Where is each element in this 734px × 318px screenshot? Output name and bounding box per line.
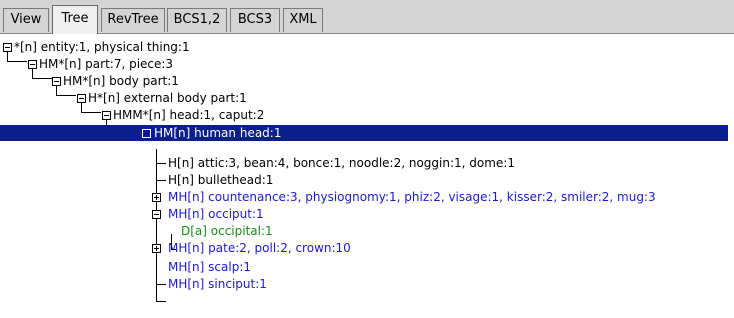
tree-node[interactable]: MH[n] occiput:1	[0, 206, 400, 223]
tree-node-label: HMM*[n] head:1, caput:2	[113, 108, 265, 122]
tree-node[interactable]: HM*[n] body part:1	[0, 73, 400, 90]
collapse-toggle-icon[interactable]	[3, 43, 12, 52]
expand-toggle-icon[interactable]	[152, 244, 161, 253]
tree-node-selected[interactable]: HM[n] human head:1	[0, 125, 728, 142]
tree-node-label: H[n] attic:3, bean:4, bonce:1, noodle:2,…	[168, 156, 515, 170]
collapse-toggle-icon[interactable]	[77, 94, 86, 103]
tree-node-label: *[n] entity:1, physical thing:1	[14, 40, 190, 54]
tab-tree[interactable]: Tree	[52, 5, 98, 34]
tree-node[interactable]: MH[n] scalp:1	[0, 259, 400, 276]
collapse-toggle-icon[interactable]	[52, 77, 61, 86]
tab-bcs12[interactable]: BCS1,2	[167, 8, 227, 32]
expand-toggle-icon[interactable]	[152, 193, 161, 202]
tree-node-label: MH[n] countenance:3, physiognomy:1, phiz…	[168, 190, 656, 204]
tab-bar: View Tree RevTree BCS1,2 BCS3 XML	[0, 0, 734, 34]
tree-node-label: HM[n] human head:1	[154, 126, 282, 140]
collapse-toggle-icon[interactable]	[142, 129, 151, 138]
tree-view[interactable]: *[n] entity:1, physical thing:1 HM*[n] p…	[0, 35, 734, 318]
tree-node[interactable]: *[n] entity:1, physical thing:1	[0, 39, 400, 56]
tree-node[interactable]: HMM*[n] head:1, caput:2	[0, 107, 400, 124]
tab-view[interactable]: View	[3, 8, 49, 32]
tree-node[interactable]: MH[n] countenance:3, physiognomy:1, phiz…	[0, 189, 728, 206]
tree-node-label: MH[n] sinciput:1	[168, 277, 267, 291]
tab-xml[interactable]: XML	[283, 8, 323, 32]
tree-node-label: H[n] bullethead:1	[168, 173, 274, 187]
tab-revtree[interactable]: RevTree	[101, 8, 165, 32]
collapse-toggle-icon[interactable]	[28, 60, 37, 69]
tree-node-label: MH[n] occiput:1	[168, 207, 264, 221]
collapse-toggle-icon[interactable]	[152, 210, 161, 219]
tree-node[interactable]: HM*[n] part:7, piece:3	[0, 56, 400, 73]
tree-node-label: H*[n] external body part:1	[88, 91, 247, 105]
tree-node[interactable]: H*[n] external body part:1	[0, 90, 400, 107]
tree-node[interactable]: MH[n] sinciput:1	[0, 276, 400, 293]
collapse-toggle-icon[interactable]	[102, 111, 111, 120]
tree-node[interactable]: D[a] occipital:1	[0, 223, 400, 240]
tab-bcs3[interactable]: BCS3	[230, 8, 280, 32]
tree-connector	[156, 301, 166, 302]
tree-node[interactable]: H[n] attic:3, bean:4, bonce:1, noodle:2,…	[0, 155, 600, 172]
tree-node-label: D[a] occipital:1	[181, 224, 273, 238]
tree-node[interactable]: H[n] bullethead:1	[0, 172, 400, 189]
tree-node[interactable]: MH[n] pate:2, poll:2, crown:10	[0, 240, 500, 257]
tree-node-label: MH[n] pate:2, poll:2, crown:10	[168, 241, 351, 255]
tree-node-label: HM*[n] part:7, piece:3	[39, 57, 174, 71]
tree-node-label: HM*[n] body part:1	[63, 74, 179, 88]
tree-node-label: MH[n] scalp:1	[168, 260, 251, 274]
